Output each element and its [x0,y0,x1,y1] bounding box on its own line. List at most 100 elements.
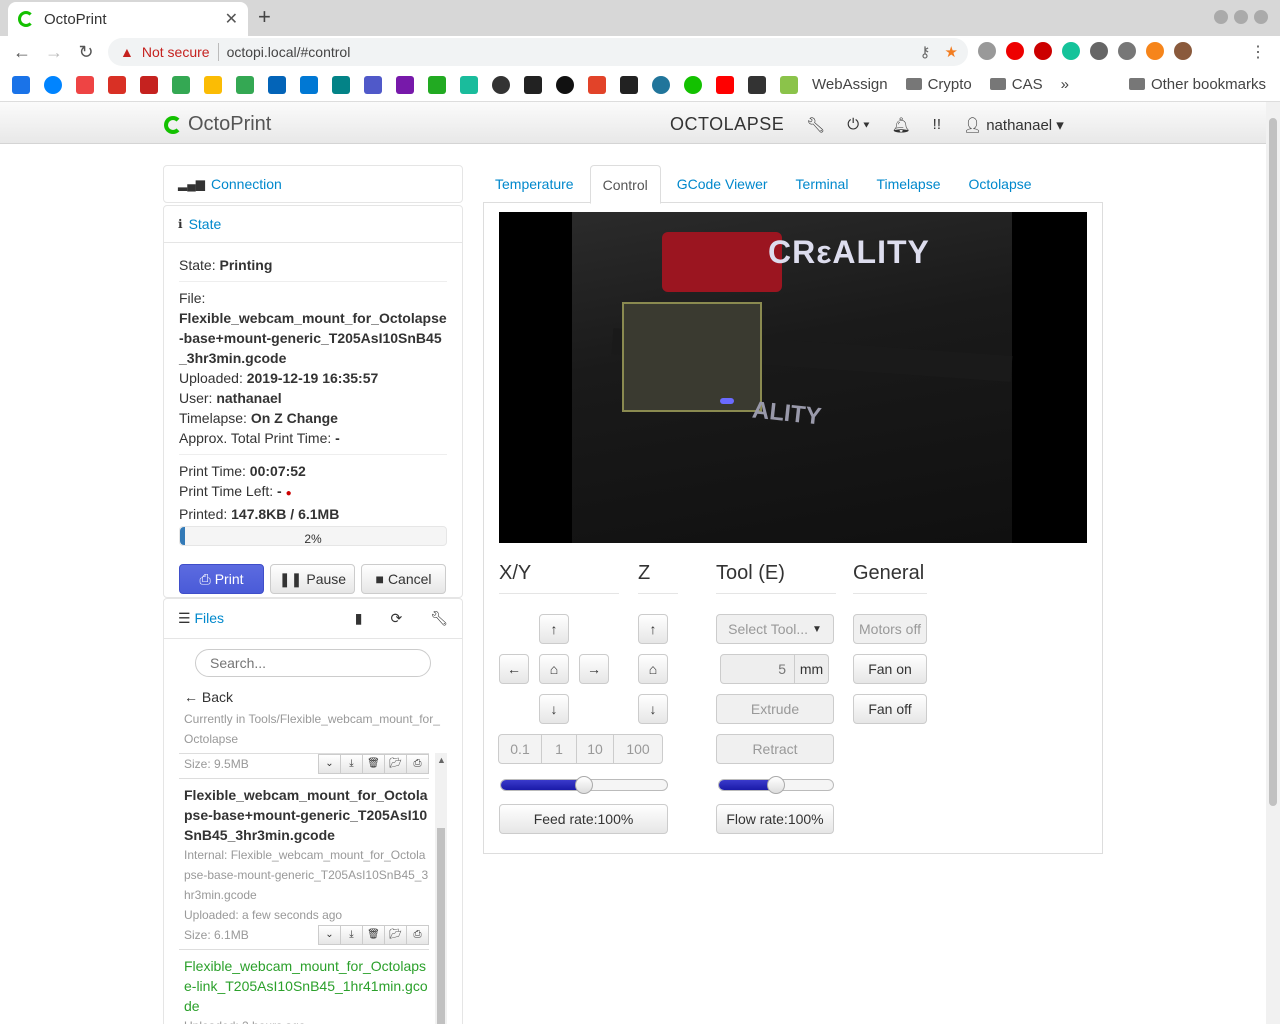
jog-z-plus-button[interactable]: ↑ [638,614,668,644]
bookmark-icon[interactable] [76,75,94,94]
files-search-input[interactable] [195,649,431,677]
minimize-icon[interactable] [1214,10,1228,24]
extrude-amount-field[interactable]: 5 mm [720,654,829,684]
bookmark-icon[interactable] [748,75,766,94]
bookmark-webassign[interactable]: WebAssign [812,76,888,93]
extension-icon[interactable] [978,42,996,60]
download-icon[interactable]: ⤓ [340,925,363,945]
back-icon[interactable]: ← [6,42,38,63]
chevron-down-icon[interactable]: ⌄ [318,754,341,774]
step-10-button[interactable]: 10 [576,734,614,764]
gitlab-icon[interactable] [588,75,606,94]
browser-tab[interactable]: OctoPrint ✕ [8,2,248,36]
feed-rate-button[interactable]: Feed rate:100% [499,804,668,834]
jog-y-plus-button[interactable]: ↑ [539,614,569,644]
connection-header[interactable]: ▂▄▆ Connection [164,166,462,202]
bookmark-icon[interactable] [620,75,638,94]
extension-icon[interactable] [1006,42,1024,60]
wordpress-icon[interactable] [652,75,670,94]
security-label[interactable]: Not secure [142,44,210,60]
step-100-button[interactable]: 100 [613,734,663,764]
tab-gcode-viewer[interactable]: GCode Viewer [665,165,780,203]
user-menu[interactable]: 👤︎ nathanael ▾ [963,116,1064,134]
key-icon[interactable]: ⚷ [920,43,931,61]
bookmark-icon[interactable] [780,75,798,94]
slider-handle[interactable] [575,776,593,794]
globe-icon[interactable] [492,75,510,94]
wrench-icon[interactable]: 🔧︎ [806,116,825,134]
bookmark-icon[interactable] [524,75,542,94]
bookmark-star-icon[interactable]: ★ [945,43,958,61]
close-window-icon[interactable] [1254,10,1268,24]
timer-icon[interactable] [1090,42,1108,60]
reload-icon[interactable]: ↻ [70,42,102,63]
fan-off-button[interactable]: Fan off [853,694,927,724]
tab-temperature[interactable]: Temperature [483,165,586,203]
step-1-button[interactable]: 1 [541,734,577,764]
grammarly-icon[interactable] [1062,42,1080,60]
github-icon[interactable] [556,75,574,94]
folder-open-icon[interactable]: 📂︎ [384,754,407,774]
alert-icon[interactable]: !! [933,116,941,133]
jog-y-minus-button[interactable]: ↓ [539,694,569,724]
scroll-up-icon[interactable]: ▲ [437,755,446,765]
youtube-icon[interactable] [716,75,734,94]
page-scrollbar[interactable] [1266,102,1280,1024]
file-name[interactable]: Flexible_webcam_mount_for_Octolapse-base… [184,785,429,845]
slider-handle[interactable] [767,776,785,794]
home-xy-button[interactable]: ⌂ [539,654,569,684]
motors-off-button[interactable]: Motors off [853,614,927,644]
state-header[interactable]: ℹ State [164,206,462,242]
flow-rate-button[interactable]: Flow rate:100% [716,804,834,834]
trash-icon[interactable]: 🗑︎ [362,925,385,945]
extrude-amount-input[interactable]: 5 [720,654,795,684]
url-text[interactable]: octopi.local/#control [227,44,351,60]
wrench-icon[interactable]: 🔧︎ [430,610,448,627]
onenote-icon[interactable] [396,75,414,94]
sharepoint-icon[interactable] [332,75,350,94]
profile-avatar[interactable] [1174,42,1192,60]
close-tab-icon[interactable]: ✕ [225,9,238,29]
print-icon[interactable]: ⎙ [406,925,429,945]
new-file-icon[interactable]: ▮ [355,610,363,627]
print-icon[interactable]: ⎙ [406,754,429,774]
octoprint-icon[interactable] [684,75,702,94]
feed-rate-slider[interactable] [500,776,668,794]
list-item[interactable]: Flexible_webcam_mount_for_Octolapse-link… [179,949,429,1024]
adblock-icon[interactable] [1034,42,1052,60]
messenger-icon[interactable] [44,75,62,94]
forward-icon[interactable]: → [38,42,70,63]
bookmark-folder-crypto[interactable]: Crypto [905,76,972,93]
outlook-icon[interactable] [300,75,318,94]
select-tool-dropdown[interactable]: Select Tool... ▼ [716,614,834,644]
brand[interactable]: OctoPrint [164,113,271,136]
retract-button[interactable]: Retract [716,734,834,764]
refresh-icon[interactable]: ⟳ [390,610,402,627]
octolapse-menu[interactable]: OCTOLAPSE [670,114,784,135]
onedrive-icon[interactable] [268,75,286,94]
cancel-button[interactable]: ■ Cancel [361,564,446,594]
bookmarks-overflow[interactable]: » [1061,76,1069,93]
bell-icon[interactable]: 🔔︎ [892,116,911,134]
other-bookmarks[interactable]: Other bookmarks [1128,76,1266,93]
page-scroll-thumb[interactable] [1269,118,1277,806]
jog-x-plus-button[interactable]: → [579,654,609,684]
maximize-icon[interactable] [1234,10,1248,24]
extension-icon[interactable] [1118,42,1136,60]
tab-octolapse[interactable]: Octolapse [957,165,1044,203]
tab-control[interactable]: Control [589,165,661,204]
flow-rate-slider[interactable] [718,776,834,794]
bookmark-icon[interactable] [460,75,478,94]
browser-menu-icon[interactable]: ⋮ [1250,42,1266,62]
download-icon[interactable]: ⤓ [340,754,363,774]
calendar-icon[interactable] [12,75,30,94]
file-name[interactable]: Flexible_webcam_mount_for_Octolapse-link… [184,956,429,1016]
bookmark-icon[interactable] [428,75,446,94]
file-list-scrollbar[interactable]: ▲ [435,753,447,1024]
drive-icon[interactable] [172,75,190,94]
new-tab-icon[interactable]: + [258,4,271,30]
folder-open-icon[interactable]: 📂︎ [384,925,407,945]
jog-z-minus-button[interactable]: ↓ [638,694,668,724]
print-button[interactable]: ⎙ Print [179,564,264,594]
address-bar[interactable]: ▲ Not secure octopi.local/#control ⚷ ★ [108,38,968,66]
